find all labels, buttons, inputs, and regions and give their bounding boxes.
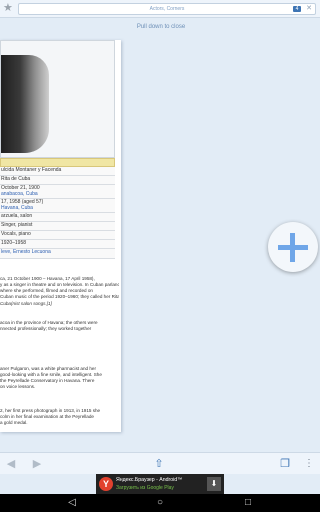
infobox-row: ulcida Montaner y Facenda — [0, 167, 115, 176]
infobox-row: Vocals, piano — [0, 231, 115, 240]
star-icon[interactable]: ★ — [3, 1, 13, 15]
infobox-link[interactable]: Havana, Cuba — [1, 205, 33, 211]
back-arrow-icon[interactable]: ◀ — [2, 455, 20, 473]
infobox-row: Rita de Cuba — [0, 176, 115, 185]
top-bar: ★ Actors, Corners 4 ✕ — [0, 0, 320, 18]
infobox-value: arzuela, salon — [1, 213, 33, 219]
portrait-image — [0, 40, 115, 158]
article-text-line: a gold medal. — [0, 420, 28, 425]
system-nav-bar: ◁ ○ □ — [0, 494, 320, 512]
infobox-row: 17, 1958 (aged 57) Havana, Cuba — [0, 199, 115, 213]
ad-title: Яндекс.Браузер - Android™ — [116, 477, 183, 483]
infobox-row: arzuela, salon — [0, 213, 115, 222]
article-text-line: Cuba(nist salon songs.[1] — [0, 301, 52, 306]
infobox-value: Singer, pianist — [1, 222, 33, 228]
infobox-value: 1920–1958 — [1, 240, 27, 246]
nav-back-icon[interactable]: ◁ — [62, 496, 82, 510]
infobox-row: 1920–1958 — [0, 240, 115, 249]
overflow-menu-icon[interactable]: ⋮ — [300, 455, 318, 473]
url-text[interactable]: Actors, Corners — [19, 4, 315, 14]
nav-recents-icon[interactable]: □ — [238, 496, 258, 510]
infobox-value: Rita de Cuba — [1, 176, 31, 182]
yandex-logo: Y — [99, 477, 113, 491]
page-preview-card[interactable]: ulcida Montaner y Facenda Rita de Cuba O… — [0, 40, 121, 432]
close-icon[interactable]: ✕ — [306, 4, 312, 14]
infobox-row: October 21, 1900 anabacoa, Cuba — [0, 185, 115, 199]
url-bar[interactable]: Actors, Corners 4 ✕ — [18, 3, 316, 15]
portrait-figure — [1, 55, 49, 153]
infobox-row: leve, Ernesto Lecuona — [0, 249, 115, 259]
infobox-link[interactable]: anabacoa, Cuba — [1, 191, 38, 197]
ad-subtitle: Загрузить из Google Play — [116, 485, 174, 491]
bottom-toolbar: ◀ ▶ ⇧ ❐ ⋮ — [0, 452, 320, 474]
add-tab-button[interactable] — [268, 222, 318, 272]
infobox-header — [0, 158, 115, 167]
nav-home-icon[interactable]: ○ — [150, 496, 170, 510]
forward-arrow-icon[interactable]: ▶ — [28, 455, 46, 473]
infobox-value: ulcida Montaner y Facenda — [1, 167, 62, 173]
infobox-link[interactable]: leve, Ernesto Lecuona — [1, 249, 51, 255]
infobox-row: Singer, pianist — [0, 222, 115, 231]
pull-hint: Pull down to close — [136, 24, 186, 30]
download-icon[interactable]: ⬇ — [207, 477, 221, 491]
share-icon[interactable]: ⇧ — [150, 455, 168, 473]
reader-badge[interactable]: 4 — [293, 6, 301, 12]
article-text-line: nnected professionally; they worked toge… — [0, 326, 92, 331]
article-text-line: Cuban music of the period 1920–1960; the… — [0, 294, 119, 299]
infobox-value: Vocals, piano — [1, 231, 31, 237]
ad-banner[interactable]: Y Яндекс.Браузер - Android™ Загрузить из… — [96, 474, 224, 494]
article-text-line: on voice lessons. — [0, 384, 36, 389]
tabs-icon[interactable]: ❐ — [276, 455, 294, 473]
plus-icon-vertical — [290, 233, 295, 262]
